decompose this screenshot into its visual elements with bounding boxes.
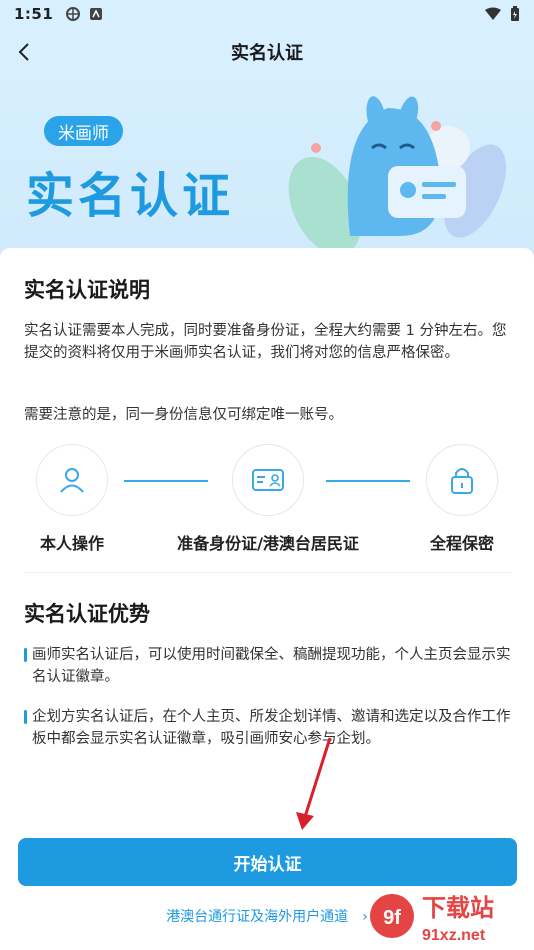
notice-paragraph: 需要注意的是，同一身份信息仅可绑定唯一账号。	[24, 407, 343, 423]
hero-banner: 米画师 实名认证	[0, 76, 534, 266]
notification-icon	[90, 8, 103, 20]
advantage-item: 企划方实名认证后，在个人主页、所发企划详情、邀请和选定以及合作工作板中都会显示实…	[24, 706, 514, 750]
wifi-icon	[485, 7, 501, 20]
step-label: 准备身份证/港澳台居民证	[177, 534, 359, 553]
status-time: 1:51	[14, 5, 54, 23]
start-verification-button[interactable]: 开始认证	[18, 838, 517, 886]
advantage-item: 画师实名认证后，可以使用时间戳保全、稿酬提现功能，个人主页会显示实名认证徽章。	[24, 644, 514, 688]
nav-bar: 实名认证	[0, 28, 534, 76]
chevron-left-icon	[18, 43, 29, 61]
lock-icon	[451, 468, 473, 494]
section-title-description: 实名认证说明	[24, 278, 150, 302]
svg-text:9f: 9f	[383, 907, 401, 929]
mascot-illustration	[288, 96, 506, 256]
description-paragraph: 实名认证需要本人完成，同时要准备身份证，全程大约需要 1 分钟左右。您提交的资料…	[24, 323, 507, 361]
step-label: 本人操作	[39, 534, 104, 553]
step-private: 全程保密	[426, 444, 498, 554]
id-card-icon	[252, 469, 284, 491]
bullet-marker	[24, 710, 27, 724]
page-title: 实名认证	[231, 43, 303, 64]
app-icon	[66, 7, 81, 21]
site-watermark: 9f 下载站 91xz.net	[370, 894, 494, 944]
divider	[24, 572, 512, 573]
step-id: 准备身份证/港澳台居民证	[166, 444, 370, 554]
brand-badge: 米画师	[44, 116, 123, 146]
watermark-title: 下载站	[422, 894, 494, 922]
steps-row: 本人操作 准备身份证/港澳台居民证 全程保密	[0, 444, 534, 564]
step-label: 全程保密	[429, 534, 494, 553]
annotation-arrow	[296, 737, 332, 830]
advantage-text: 企划方实名认证后，在个人主页、所发企划详情、邀请和选定以及合作工作板中都会显示实…	[32, 709, 511, 747]
watermark-site: 91xz.net	[422, 927, 486, 944]
bullet-marker	[24, 648, 27, 662]
status-bar: 1:51	[0, 0, 534, 28]
step-personal: 本人操作	[36, 444, 108, 554]
section-title-advantages: 实名认证优势	[24, 602, 150, 626]
hero-headline: 实名认证	[26, 168, 235, 224]
person-icon	[60, 468, 84, 493]
back-button[interactable]	[10, 38, 38, 66]
battery-icon	[511, 6, 519, 21]
advantage-text: 画师实名认证后，可以使用时间戳保全、稿酬提现功能，个人主页会显示实名认证徽章。	[32, 647, 511, 685]
overseas-channel-label: 港澳台通行证及海外用户通道	[166, 909, 349, 925]
